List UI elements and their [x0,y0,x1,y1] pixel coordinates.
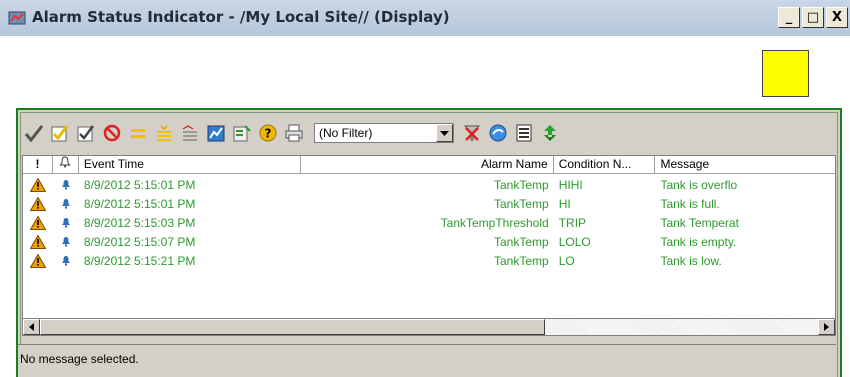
event-time: 8/9/2012 5:15:01 PM [83,196,196,211]
event-time: 8/9/2012 5:15:01 PM [83,177,196,192]
column-header-priority[interactable]: ! [23,156,53,174]
grid-header: ! Event Time Alarm Name Condition N... M… [23,156,835,174]
close-button[interactable]: X [826,7,848,28]
scrollbar-thumb[interactable] [40,319,545,335]
horizontal-scrollbar[interactable] [22,319,836,336]
bell-icon [53,236,79,247]
window-title: Alarm Status Indicator - /My Local Site/… [32,8,450,26]
maximize-button[interactable]: □ [802,7,824,28]
chevron-down-icon[interactable] [436,124,453,142]
warning-icon [23,234,53,249]
filter-value: (No Filter) [319,126,373,140]
help-icon[interactable]: ? [256,121,280,145]
bell-icon [53,179,79,190]
message: Tank is low. [660,253,722,268]
filter-clear-icon[interactable] [460,121,484,145]
svg-text:?: ? [265,127,272,141]
toolbar: ? (No Filter) [22,118,832,148]
condition: LO [558,253,575,268]
event-time: 8/9/2012 5:15:03 PM [83,215,196,230]
bell-icon [53,217,79,228]
column-header-condition[interactable]: Condition N... [554,156,656,174]
message-detail-pane: No message selected. [18,344,836,377]
disable-icon[interactable] [100,121,124,145]
graph-icon[interactable] [204,121,228,145]
status-message: No message selected. [20,352,139,366]
refresh-globe-icon[interactable] [486,121,510,145]
app-icon [8,10,26,26]
alarm-name: TankTemp [494,253,549,268]
message: Tank is empty. [660,234,737,249]
bell-icon [53,198,79,209]
alarm-name: TankTemp [494,177,549,192]
alarm-settings-icon[interactable] [178,121,202,145]
warning-icon [23,177,53,192]
properties-icon[interactable] [230,121,254,145]
table-row[interactable]: 8/9/2012 5:15:03 PM TankTempThreshold TR… [23,213,835,232]
message: Tank is full. [660,196,720,211]
check-icon[interactable] [22,121,46,145]
event-time: 8/9/2012 5:15:07 PM [83,234,196,249]
table-row[interactable]: 8/9/2012 5:15:01 PM TankTemp HIHI Tank i… [23,175,835,194]
alarm-name: TankTempThreshold [440,215,549,230]
column-header-alarm-name[interactable]: Alarm Name [301,156,554,174]
condition: HIHI [558,177,583,192]
alarm-grid: ! Event Time Alarm Name Condition N... M… [22,155,836,319]
warning-icon [23,196,53,211]
table-row[interactable]: 8/9/2012 5:15:01 PM TankTemp HI Tank is … [23,194,835,213]
list-icon[interactable] [512,121,536,145]
alarm-name: TankTemp [494,234,549,249]
table-row[interactable]: 8/9/2012 5:15:07 PM TankTemp LOLO Tank i… [23,232,835,251]
column-header-message[interactable]: Message [655,156,835,174]
table-row[interactable]: 8/9/2012 5:15:21 PM TankTemp LO Tank is … [23,251,835,270]
warning-icon [23,215,53,230]
bell-icon [53,255,79,266]
message: Tank is overflo [660,177,738,192]
condition: HI [558,196,571,211]
alarm-panel: ? (No Filter) ! Event Time Alarm Name Co… [16,108,842,377]
title-bar: Alarm Status Indicator - /My Local Site/… [0,0,850,36]
condition: LOLO [558,234,591,249]
event-time: 8/9/2012 5:15:21 PM [83,253,196,268]
sort-icon[interactable] [152,121,176,145]
alarm-name: TankTemp [494,196,549,211]
print-icon[interactable] [282,121,306,145]
scroll-right-icon[interactable] [818,319,835,335]
alarm-status-indicator[interactable] [762,50,809,97]
column-header-event-time[interactable]: Event Time [79,156,302,174]
equal-icon[interactable] [126,121,150,145]
ack-page-icon[interactable] [48,121,72,145]
scroll-left-icon[interactable] [23,319,40,335]
warning-icon [23,253,53,268]
recycle-icon[interactable] [538,121,562,145]
bell-icon[interactable] [53,156,79,174]
condition: TRIP [558,215,587,230]
filter-dropdown[interactable]: (No Filter) [314,123,454,143]
minimize-button[interactable]: _ [778,7,800,28]
message: Tank Temperat [660,215,739,230]
scrollbar-track[interactable] [545,319,818,335]
ack-all-icon[interactable] [74,121,98,145]
